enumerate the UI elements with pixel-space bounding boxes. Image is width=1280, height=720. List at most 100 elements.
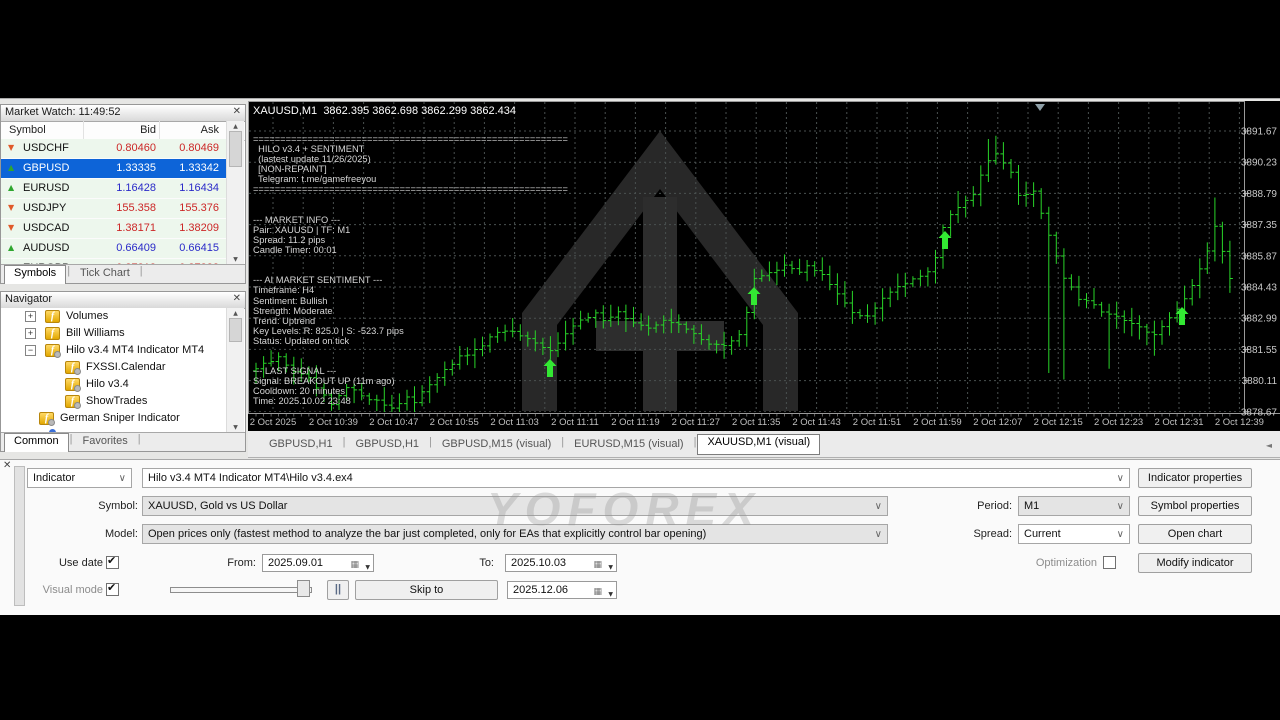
navigator-item[interactable]: fHilo v3.4 xyxy=(1,376,226,393)
navigator-item[interactable]: + f Volumes xyxy=(1,308,226,325)
calendar-icon[interactable]: ▦ xyxy=(593,584,602,600)
tab-gbpusd-m15-visual-[interactable]: GBPUSD,M15 (visual) xyxy=(433,437,560,454)
market-watch-scrollbar[interactable]: ▲ ▼ xyxy=(226,121,244,265)
use-date-checkbox[interactable] xyxy=(106,556,119,569)
use-date-label: Use date xyxy=(20,553,103,573)
collapse-icon[interactable]: − xyxy=(25,345,36,356)
tab-gbpusd-h1[interactable]: GBPUSD,H1 xyxy=(260,437,342,454)
symbol-name: AUDUSD xyxy=(23,242,69,254)
spread-select[interactable]: Current∨ xyxy=(1018,524,1130,544)
svg-text:2 Oct 11:35: 2 Oct 11:35 xyxy=(732,417,780,428)
scroll-down-icon[interactable]: ▼ xyxy=(227,256,244,263)
market-watch-panel: Market Watch: 11:49:52 ✕ Symbol Bid Ask … xyxy=(0,104,246,284)
indicator-properties-button[interactable]: Indicator properties xyxy=(1138,468,1252,488)
price-chart[interactable]: 3891.673890.233888.793887.353885.873884.… xyxy=(248,101,1280,431)
bid-value: 1.38171 xyxy=(86,222,156,234)
market-watch-row[interactable]: ▲GBPUSD1.333351.33342 xyxy=(1,159,226,179)
svg-text:2 Oct 12:07: 2 Oct 12:07 xyxy=(973,417,1022,428)
strategy-tester-panel: ✕ YOFOREX Indicator∨ Hilo v3.4 MT4 Indic… xyxy=(0,459,1280,617)
visual-mode-checkbox[interactable] xyxy=(106,583,119,596)
up-tick-icon: ▲ xyxy=(8,243,14,252)
calendar-icon[interactable]: ▦ xyxy=(593,557,602,573)
bid-value: 155.358 xyxy=(86,202,156,214)
from-date-input[interactable]: 2025.09.01▦▼ xyxy=(262,554,374,572)
svg-text:2 Oct 11:43: 2 Oct 11:43 xyxy=(792,417,840,428)
column-symbol[interactable]: Symbol xyxy=(9,124,46,136)
chevron-down-icon: ∨ xyxy=(1117,498,1124,516)
open-chart-button[interactable]: Open chart xyxy=(1138,524,1252,544)
model-label: Model: xyxy=(18,524,138,544)
symbol-name: USDCHF xyxy=(23,142,69,154)
close-icon[interactable]: ✕ xyxy=(3,460,11,471)
scroll-thumb[interactable] xyxy=(229,131,242,167)
tab-xauusd-m1-visual-[interactable]: XAUUSD,M1 (visual) xyxy=(697,434,820,455)
navigator-header[interactable]: Navigator ✕ xyxy=(1,292,245,309)
market-watch-row[interactable]: ▼USDCAD1.381711.38209 xyxy=(1,219,226,239)
expand-icon[interactable]: + xyxy=(25,328,36,339)
pause-button[interactable]: || xyxy=(327,580,349,600)
market-watch-row[interactable]: ▲AUDUSD0.664090.66415 xyxy=(1,239,226,259)
ask-value: 0.66415 xyxy=(149,242,219,254)
scroll-up-icon[interactable]: ▲ xyxy=(227,310,244,317)
chart-ohlc-title: XAUUSD,M1 3862.395 3862.698 3862.299 386… xyxy=(253,105,516,117)
close-icon[interactable]: ✕ xyxy=(233,293,241,304)
navigator-item[interactable]: fShowTrades xyxy=(1,393,226,410)
bid-value: 1.16428 xyxy=(86,182,156,194)
market-watch-row[interactable]: ▲EURUSD1.164281.16434 xyxy=(1,179,226,199)
navigator-item-label: Volumes xyxy=(66,310,108,322)
skip-to-button[interactable]: Skip to xyxy=(355,580,498,600)
market-watch-row[interactable]: ▼USDCHF0.804600.80469 xyxy=(1,139,226,159)
svg-text:3881.55: 3881.55 xyxy=(1241,345,1278,356)
svg-text:2 Oct 12:15: 2 Oct 12:15 xyxy=(1034,417,1083,428)
period-select[interactable]: M1∨ xyxy=(1018,496,1130,516)
ask-value: 1.38209 xyxy=(149,222,219,234)
market-watch-header[interactable]: Market Watch: 11:49:52 ✕ xyxy=(1,105,245,122)
tab-symbols[interactable]: Symbols xyxy=(4,265,66,284)
optimization-checkbox[interactable] xyxy=(1103,556,1116,569)
dropdown-icon[interactable]: ▼ xyxy=(608,560,613,576)
column-bid[interactable]: Bid xyxy=(86,124,156,136)
scroll-thumb[interactable] xyxy=(229,318,242,342)
expand-icon[interactable]: + xyxy=(25,311,36,322)
svg-text:3887.35: 3887.35 xyxy=(1241,220,1278,231)
mt4-window: Market Watch: 11:49:52 ✕ Symbol Bid Ask … xyxy=(0,98,1280,616)
close-icon[interactable]: ✕ xyxy=(233,106,241,117)
scroll-down-icon[interactable]: ▼ xyxy=(227,424,244,431)
dropdown-icon[interactable]: ▼ xyxy=(608,587,613,603)
tab-scroll-left-icon[interactable]: ◄ xyxy=(1266,441,1272,450)
svg-text:3891.67: 3891.67 xyxy=(1241,127,1278,138)
up-tick-icon: ▲ xyxy=(8,183,14,192)
svg-text:2 Oct 12:31: 2 Oct 12:31 xyxy=(1154,417,1203,428)
navigator-item[interactable]: −fHilo v3.4 MT4 Indicator MT4 xyxy=(1,342,226,359)
scroll-up-icon[interactable]: ▲ xyxy=(227,123,244,130)
skip-to-date-input[interactable]: 2025.12.06▦▼ xyxy=(507,581,617,599)
yoforex-watermark: YOFOREX xyxy=(487,482,761,536)
tab-favorites[interactable]: Favorites xyxy=(73,434,136,450)
tab-gbpusd-h1[interactable]: GBPUSD,H1 xyxy=(346,437,428,454)
dropdown-icon[interactable]: ▼ xyxy=(365,560,370,576)
modify-indicator-button[interactable]: Modify indicator xyxy=(1138,553,1252,573)
tester-mode-select[interactable]: Indicator∨ xyxy=(27,468,132,488)
visual-speed-slider[interactable] xyxy=(170,587,312,593)
tab-separator: | xyxy=(694,436,697,448)
ask-value: 1.33342 xyxy=(149,162,219,174)
market-watch-tabs: Symbols|Tick Chart| xyxy=(1,264,245,283)
symbol-properties-button[interactable]: Symbol properties xyxy=(1138,496,1252,516)
market-watch-row[interactable]: ▼USDJPY155.358155.376 xyxy=(1,199,226,219)
tab-tick-chart[interactable]: Tick Chart xyxy=(71,266,139,282)
indicator-icon: f xyxy=(45,310,60,323)
svg-text:2 Oct 11:59: 2 Oct 11:59 xyxy=(913,417,961,428)
tab-common[interactable]: Common xyxy=(4,433,69,452)
chevron-down-icon: ∨ xyxy=(119,470,126,488)
navigator-scrollbar[interactable]: ▲ ▼ xyxy=(226,308,244,433)
navigator-item[interactable]: +fBill Williams xyxy=(1,325,226,342)
calendar-icon[interactable]: ▦ xyxy=(350,557,359,573)
navigator-tree: + f Volumes +fBill Williams−fHilo v3.4 MT4 … xyxy=(1,308,226,433)
navigator-item[interactable]: fFXSSI.Calendar xyxy=(1,359,226,376)
indicator-icon: f xyxy=(39,412,54,425)
tab-eurusd-m15-visual-[interactable]: EURUSD,M15 (visual) xyxy=(565,437,692,454)
navigator-item[interactable]: fGerman Sniper Indicator xyxy=(1,410,226,427)
slider-handle[interactable] xyxy=(297,580,310,597)
to-date-input[interactable]: 2025.10.03▦▼ xyxy=(505,554,617,572)
ask-value: 1.16434 xyxy=(149,182,219,194)
